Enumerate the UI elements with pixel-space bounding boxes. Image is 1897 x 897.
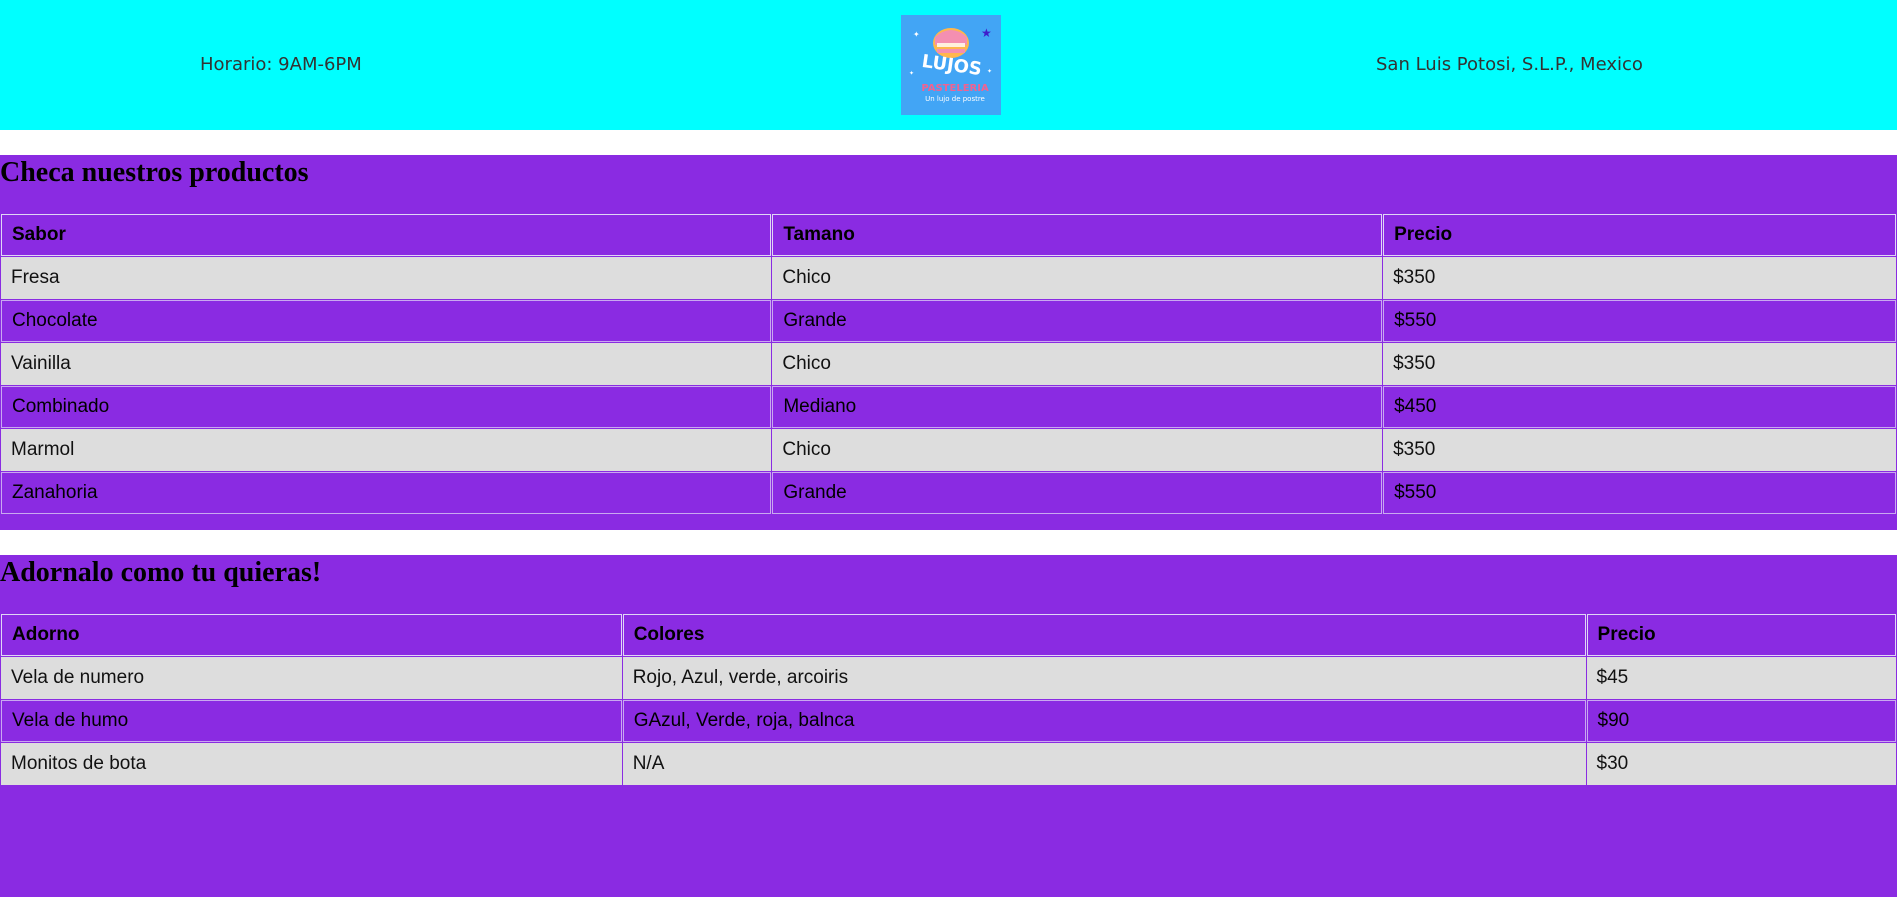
cell-sabor: Fresa: [1, 257, 772, 299]
column-header-precio: Precio: [1586, 614, 1896, 656]
column-header-colores: Colores: [622, 614, 1586, 656]
cell-precio: $30: [1586, 743, 1896, 785]
table-row: Fresa Chico $350: [1, 257, 1896, 299]
cell-precio: $550: [1383, 300, 1896, 342]
site-header: Horario: 9AM-6PM ✦ ★ ✦ ✦ LUJOS PASTELERI…: [0, 0, 1897, 130]
cell-colores: Rojo, Azul, verde, arcoiris: [622, 657, 1586, 699]
cell-adorno: Vela de humo: [1, 700, 622, 742]
column-header-adorno: Adorno: [1, 614, 622, 656]
decorations-table: Adorno Colores Precio Vela de numero Roj…: [0, 613, 1897, 786]
table-row: Zanahoria Grande $550: [1, 472, 1896, 514]
cell-sabor: Chocolate: [1, 300, 772, 342]
bakery-logo[interactable]: ✦ ★ ✦ ✦ LUJOS PASTELERIA Un lujo de post…: [901, 15, 1001, 115]
cell-tamano: Chico: [772, 343, 1383, 385]
cell-tamano: Chico: [772, 429, 1383, 471]
cell-precio: $450: [1383, 386, 1896, 428]
cell-sabor: Combinado: [1, 386, 772, 428]
cell-tamano: Mediano: [772, 386, 1383, 428]
column-header-sabor: Sabor: [1, 214, 772, 256]
cell-precio: $90: [1586, 700, 1896, 742]
cell-tamano: Grande: [772, 472, 1383, 514]
cell-colores: N/A: [622, 743, 1586, 785]
cell-sabor: Marmol: [1, 429, 772, 471]
table-row: Chocolate Grande $550: [1, 300, 1896, 342]
cell-sabor: Zanahoria: [1, 472, 772, 514]
column-header-tamano: Tamano: [772, 214, 1383, 256]
table-row: Vela de numero Rojo, Azul, verde, arcoir…: [1, 657, 1896, 699]
cell-precio: $350: [1383, 257, 1896, 299]
table-row: Combinado Mediano $450: [1, 386, 1896, 428]
table-row: Vainilla Chico $350: [1, 343, 1896, 385]
svg-text:PASTELERIA: PASTELERIA: [921, 83, 989, 94]
products-title: Checa nuestros productos: [0, 157, 309, 188]
table-header-row: Adorno Colores Precio: [1, 614, 1896, 656]
cell-sabor: Vainilla: [1, 343, 772, 385]
svg-text:Un lujo de postre: Un lujo de postre: [925, 95, 985, 103]
table-row: Vela de humo GAzul, Verde, roja, balnca …: [1, 700, 1896, 742]
column-header-precio: Precio: [1383, 214, 1896, 256]
svg-text:✦: ✦: [913, 30, 920, 39]
cell-tamano: Grande: [772, 300, 1383, 342]
products-table: Sabor Tamano Precio Fresa Chico $350 Cho…: [0, 213, 1897, 515]
svg-text:★: ★: [981, 26, 992, 40]
cell-precio: $550: [1383, 472, 1896, 514]
table-row: Monitos de bota N/A $30: [1, 743, 1896, 785]
table-header-row: Sabor Tamano Precio: [1, 214, 1896, 256]
cell-tamano: Chico: [772, 257, 1383, 299]
decorations-title: Adornalo como tu quieras!: [0, 557, 322, 588]
products-section: Checa nuestros productos Sabor Tamano Pr…: [0, 155, 1897, 530]
cell-adorno: Monitos de bota: [1, 743, 622, 785]
cell-precio: $350: [1383, 429, 1896, 471]
cell-precio: $45: [1586, 657, 1896, 699]
business-hours: Horario: 9AM-6PM: [200, 54, 362, 75]
svg-text:✦: ✦: [987, 68, 992, 75]
table-row: Marmol Chico $350: [1, 429, 1896, 471]
decorations-section: Adornalo como tu quieras! Adorno Colores…: [0, 555, 1897, 897]
cell-adorno: Vela de numero: [1, 657, 622, 699]
cell-colores: GAzul, Verde, roja, balnca: [622, 700, 1586, 742]
business-location: San Luis Potosi, S.L.P., Mexico: [1376, 54, 1643, 75]
cell-precio: $350: [1383, 343, 1896, 385]
svg-text:✦: ✦: [909, 70, 914, 77]
